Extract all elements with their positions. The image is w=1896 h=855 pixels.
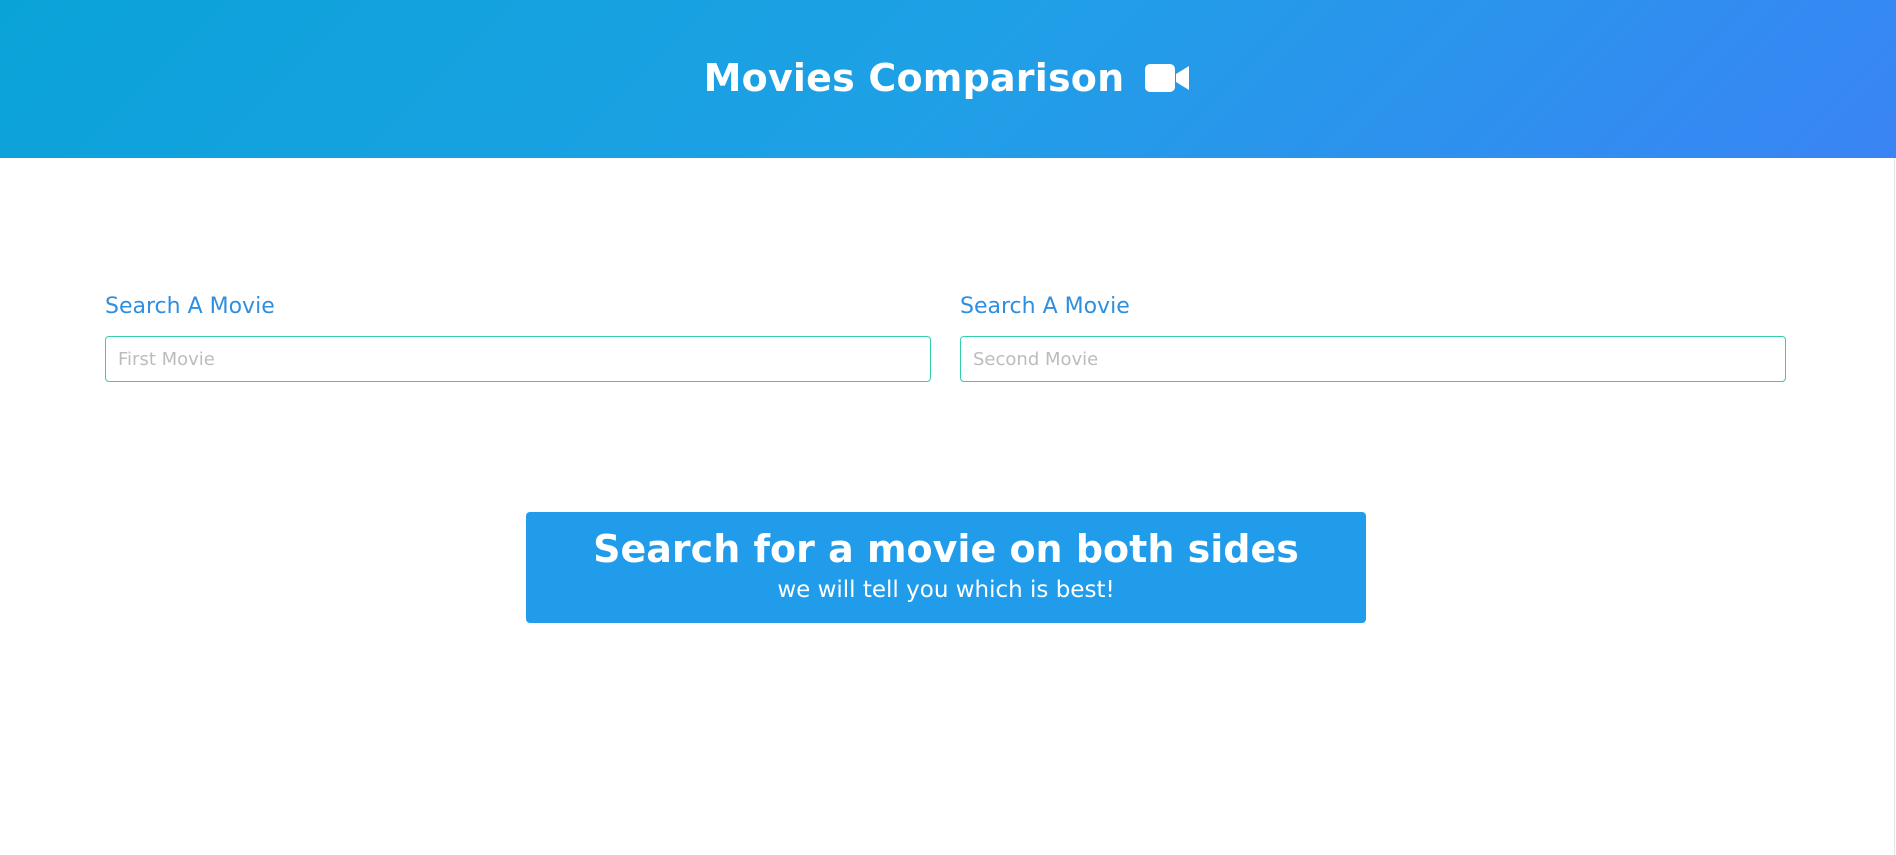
page-title: Movies Comparison [703,56,1125,100]
hero-header: Movies Comparison [0,0,1896,158]
page-edge-divider [1894,158,1895,855]
hero-title-group: Movies Comparison [704,56,1193,100]
second-movie-column: Search A Movie [960,292,1786,382]
comparison-notice: Search for a movie on both sides we will… [526,512,1366,623]
first-movie-input[interactable] [105,336,931,382]
first-movie-column: Search A Movie [105,292,931,382]
page: Movies Comparison Search A Movie Search … [0,0,1896,855]
notice-title: Search for a movie on both sides [593,527,1299,571]
video-camera-icon [1144,62,1192,94]
notice-subtitle: we will tell you which is best! [777,577,1115,603]
second-movie-label: Search A Movie [960,294,1130,319]
first-movie-label: Search A Movie [105,294,275,319]
second-movie-input[interactable] [960,336,1786,382]
